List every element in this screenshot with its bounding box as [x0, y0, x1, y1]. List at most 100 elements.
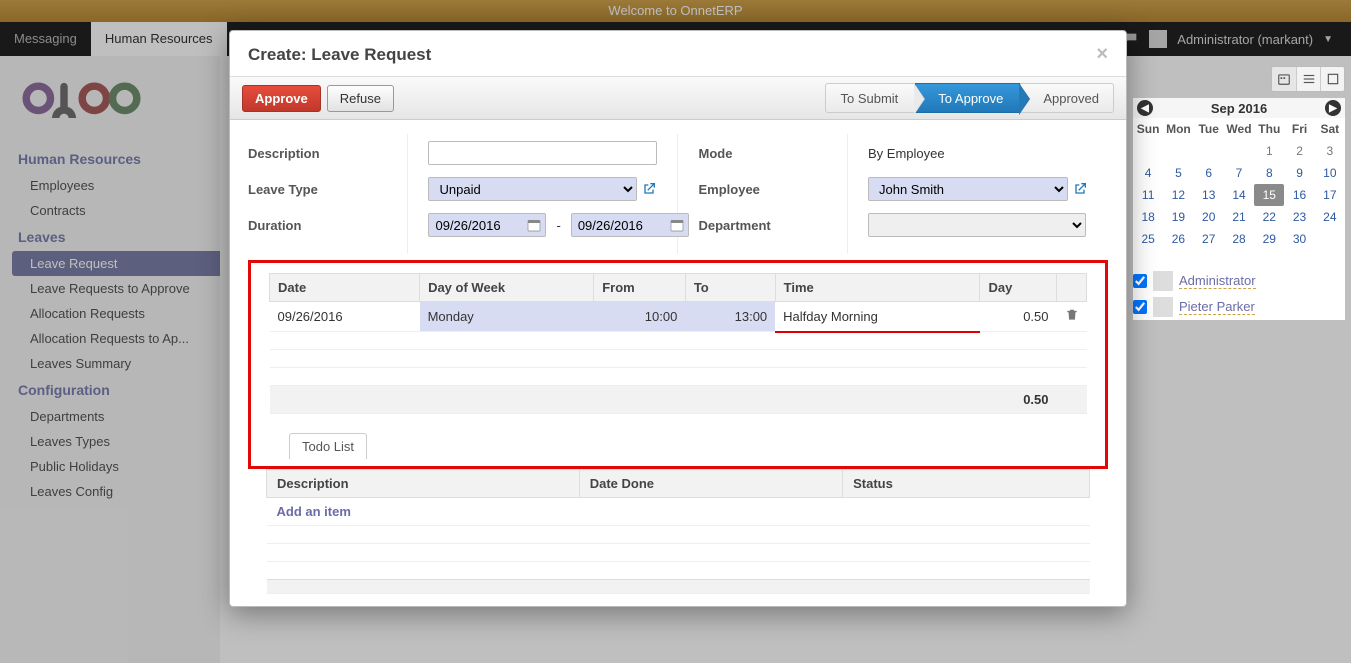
close-icon[interactable]: × — [1096, 43, 1108, 66]
external-link-icon[interactable] — [641, 181, 657, 197]
column-header: Day of Week — [420, 274, 594, 302]
list-view-button[interactable] — [1296, 67, 1320, 91]
form-view-button[interactable] — [1320, 67, 1344, 91]
add-item-link[interactable]: Add an item — [277, 504, 351, 519]
menu-human-resources[interactable]: Human Resources — [91, 22, 227, 56]
calendar-view-button[interactable] — [1272, 67, 1296, 91]
cal-day[interactable]: 9 — [1284, 162, 1314, 184]
trash-icon[interactable] — [1065, 308, 1079, 322]
cal-day[interactable]: 10 — [1315, 162, 1345, 184]
cell: Halfday Morning — [775, 302, 980, 332]
department-select[interactable] — [868, 213, 1086, 237]
cell: Monday — [420, 302, 594, 332]
cal-day[interactable]: 17 — [1315, 184, 1345, 206]
user-toggle[interactable] — [1133, 274, 1147, 288]
logo — [22, 74, 220, 121]
external-link-icon[interactable] — [1072, 181, 1088, 197]
cal-day[interactable]: 6 — [1194, 162, 1224, 184]
cal-day[interactable]: 3 — [1315, 140, 1345, 162]
sidebar-item[interactable]: Allocation Requests to Ap... — [12, 326, 220, 351]
user-avatar[interactable] — [1149, 30, 1167, 48]
cal-day[interactable]: 29 — [1254, 228, 1284, 250]
modal-title: Create: Leave Request — [248, 45, 431, 65]
sidebar: Human ResourcesEmployeesContractsLeavesL… — [0, 56, 220, 663]
caret-down-icon[interactable]: ▼ — [1323, 34, 1333, 45]
cal-day[interactable]: 18 — [1133, 206, 1163, 228]
menu-messaging[interactable]: Messaging — [0, 22, 91, 56]
column-header: Date — [270, 274, 420, 302]
cal-day[interactable]: 21 — [1224, 206, 1254, 228]
workflow-step[interactable]: To Approve — [915, 83, 1020, 113]
cal-day[interactable]: 22 — [1254, 206, 1284, 228]
sidebar-item[interactable]: Allocation Requests — [12, 301, 220, 326]
approve-button[interactable]: Approve — [242, 85, 321, 112]
cal-day[interactable]: 14 — [1224, 184, 1254, 206]
leave-type-select[interactable]: Unpaid — [428, 177, 637, 201]
column-header: To — [685, 274, 775, 302]
cal-day[interactable]: 2 — [1284, 140, 1314, 162]
cal-day[interactable]: 15 — [1254, 184, 1284, 206]
sidebar-item[interactable]: Departments — [12, 404, 220, 429]
user-menu[interactable]: Administrator (markant) — [1177, 32, 1313, 47]
cal-day[interactable]: 7 — [1224, 162, 1254, 184]
view-switcher — [1271, 66, 1345, 92]
todo-list-tab[interactable]: Todo List — [289, 433, 367, 459]
workflow-step[interactable]: Approved — [1020, 83, 1114, 113]
avatar — [1153, 297, 1173, 317]
column-header: From — [594, 274, 686, 302]
calendar-icon[interactable] — [526, 217, 542, 233]
cal-day[interactable]: 19 — [1163, 206, 1193, 228]
mode-value: By Employee — [868, 146, 945, 161]
total-day: 0.50 — [980, 386, 1057, 414]
cal-day[interactable]: 30 — [1284, 228, 1314, 250]
table-row[interactable]: 09/26/2016Monday10:0013:00Halfday Mornin… — [270, 302, 1087, 332]
column-header: Status — [843, 470, 1090, 498]
description-input[interactable] — [428, 141, 657, 165]
cell: 0.50 — [980, 302, 1057, 332]
cal-day[interactable]: 8 — [1254, 162, 1284, 184]
column-header: Date Done — [579, 470, 842, 498]
cal-day[interactable]: 13 — [1194, 184, 1224, 206]
calendar-icon[interactable] — [669, 217, 685, 233]
cell: 09/26/2016 — [270, 302, 420, 332]
sidebar-item[interactable]: Leave Requests to Approve — [12, 276, 220, 301]
sidebar-item[interactable]: Leaves Types — [12, 429, 220, 454]
cal-day[interactable]: 5 — [1163, 162, 1193, 184]
cal-day[interactable]: 25 — [1133, 228, 1163, 250]
weekday-header: Mon — [1163, 118, 1193, 140]
cal-day[interactable]: 16 — [1284, 184, 1314, 206]
employee-select[interactable]: John Smith — [868, 177, 1068, 201]
user-link[interactable]: Administrator — [1179, 273, 1256, 289]
weekday-header: Fri — [1284, 118, 1314, 140]
cal-day[interactable]: 1 — [1254, 140, 1284, 162]
user-link[interactable]: Pieter Parker — [1179, 299, 1255, 315]
cal-day[interactable]: 27 — [1194, 228, 1224, 250]
todo-table: DescriptionDate DoneStatus Add an item — [266, 469, 1090, 594]
cal-prev-button[interactable]: ◀ — [1137, 100, 1153, 116]
weekday-header: Tue — [1194, 118, 1224, 140]
user-toggle[interactable] — [1133, 300, 1147, 314]
workflow-step[interactable]: To Submit — [825, 83, 915, 113]
cal-day[interactable]: 24 — [1315, 206, 1345, 228]
sidebar-item[interactable]: Public Holidays — [12, 454, 220, 479]
leave-request-modal: Create: Leave Request × Approve Refuse T… — [229, 30, 1127, 607]
cal-day[interactable]: 23 — [1284, 206, 1314, 228]
mini-calendar: ◀ Sep 2016 ▶ SunMonTueWedThuFriSat123456… — [1133, 98, 1345, 320]
sidebar-item[interactable]: Leave Request — [12, 251, 220, 276]
cal-day[interactable]: 26 — [1163, 228, 1193, 250]
refuse-button[interactable]: Refuse — [327, 85, 394, 112]
cal-day[interactable]: 20 — [1194, 206, 1224, 228]
weekday-header: Sat — [1315, 118, 1345, 140]
sidebar-item[interactable]: Employees — [12, 173, 220, 198]
cal-next-button[interactable]: ▶ — [1325, 100, 1341, 116]
sidebar-item[interactable]: Leaves Config — [12, 479, 220, 504]
cal-day[interactable]: 11 — [1133, 184, 1163, 206]
label-leave-type: Leave Type — [248, 182, 318, 197]
cal-day[interactable]: 12 — [1163, 184, 1193, 206]
label-duration: Duration — [248, 218, 301, 233]
modal-toolbar: Approve Refuse To SubmitTo ApproveApprov… — [230, 76, 1126, 120]
sidebar-item[interactable]: Leaves Summary — [12, 351, 220, 376]
cal-day[interactable]: 28 — [1224, 228, 1254, 250]
sidebar-item[interactable]: Contracts — [12, 198, 220, 223]
cal-day[interactable]: 4 — [1133, 162, 1163, 184]
